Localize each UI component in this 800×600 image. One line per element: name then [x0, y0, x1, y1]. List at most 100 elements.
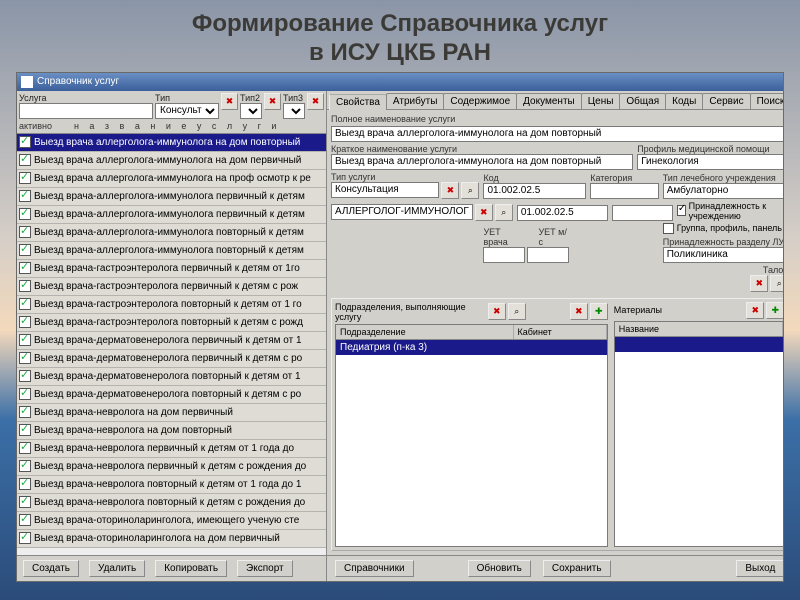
refs-button[interactable]: Справочники [335, 560, 414, 577]
export-button[interactable]: Экспорт [237, 560, 293, 577]
checkbox-icon[interactable] [19, 334, 31, 346]
checkbox-icon[interactable] [19, 460, 31, 472]
list-item[interactable]: Выезд врача аллерголога-иммунолога на пр… [17, 170, 326, 188]
talon-clear-icon[interactable]: ✖ [750, 275, 768, 292]
list-item[interactable]: Выезд врача-аллерголога-иммунолога повто… [17, 242, 326, 260]
tab-атрибуты[interactable]: Атрибуты [386, 93, 444, 109]
checkbox-belongs[interactable] [677, 205, 686, 216]
field-uet-doctor[interactable] [483, 247, 525, 263]
list-item[interactable]: Выезд врача-невролога повторный к детям … [17, 494, 326, 512]
list-item[interactable]: Выезд врача-дерматовенеролога повторный … [17, 368, 326, 386]
field-specialist[interactable]: АЛЛЕРГОЛОГ-ИММУНОЛОГ [331, 204, 473, 220]
cab-add-icon[interactable]: ✚ [590, 303, 608, 320]
list-item[interactable]: Выезд врача-аллерголога-иммунолога повто… [17, 224, 326, 242]
checkbox-icon[interactable] [19, 514, 31, 526]
tab-поиск[interactable]: Поиск [750, 93, 783, 109]
lookup-specialist-icon[interactable]: ⌕ [495, 204, 513, 221]
field-category[interactable] [590, 183, 659, 199]
list-item[interactable]: Выезд врача-гастроэнтеролога повторный к… [17, 314, 326, 332]
field-code1[interactable]: 01.002.02.5 [483, 183, 586, 199]
talon-lookup-icon[interactable]: ⌕ [770, 275, 783, 292]
mat-del-icon[interactable]: ✖ [746, 302, 764, 319]
service-list[interactable]: Выезд врача аллерголога-иммунолога на до… [17, 133, 326, 555]
field-lu-section[interactable]: Поликлиника [663, 247, 783, 263]
checkbox-icon[interactable] [19, 190, 31, 202]
tab-коды[interactable]: Коды [665, 93, 703, 109]
refresh-button[interactable]: Обновить [468, 560, 531, 577]
checkbox-icon[interactable] [19, 262, 31, 274]
save-button[interactable]: Сохранить [543, 560, 611, 577]
list-item[interactable]: Выезд врача аллерголога-иммунолога на до… [17, 134, 326, 152]
checkbox-icon[interactable] [19, 136, 31, 148]
checkbox-icon[interactable] [19, 172, 31, 184]
list-item[interactable]: Выезд врача-невролога на дом повторный [17, 422, 326, 440]
clear-tip3-icon[interactable]: ✖ [307, 93, 324, 110]
tab-содержимое[interactable]: Содержимое [443, 93, 517, 109]
checkbox-icon[interactable] [19, 388, 31, 400]
field-uet-nurse[interactable] [527, 247, 569, 263]
field-short-name[interactable]: Выезд врача аллерголога-иммунолога на до… [331, 154, 633, 170]
tab-сервис[interactable]: Сервис [702, 93, 750, 109]
list-item[interactable]: Выезд врача-невролога первичный к детям … [17, 458, 326, 476]
field-code2[interactable]: 01.002.02.5 [517, 205, 608, 221]
materials-grid[interactable]: Название [614, 321, 783, 547]
list-item[interactable]: Выезд врача-аллерголога-иммунолога перви… [17, 206, 326, 224]
tab-документы[interactable]: Документы [516, 93, 582, 109]
mat-add-icon[interactable]: ✚ [766, 302, 783, 319]
departments-grid[interactable]: ПодразделениеКабинет Педиатрия (п-ка 3) [335, 324, 608, 547]
checkbox-icon[interactable] [19, 208, 31, 220]
filter-select-tip3[interactable] [283, 103, 305, 119]
checkbox-icon[interactable] [19, 226, 31, 238]
filter-select-tip[interactable]: Консульт [155, 103, 219, 119]
copy-button[interactable]: Копировать [155, 560, 227, 577]
field-category2[interactable] [612, 205, 673, 221]
tab-цены[interactable]: Цены [581, 93, 621, 109]
tab-общая[interactable]: Общая [619, 93, 666, 109]
filter-input-usluga[interactable] [19, 103, 153, 119]
field-inst-type[interactable]: Амбулаторно [663, 183, 783, 199]
dept-row[interactable]: Педиатрия (п-ка 3) [336, 340, 607, 355]
checkbox-icon[interactable] [19, 496, 31, 508]
checkbox-icon[interactable] [19, 532, 31, 544]
field-service-type[interactable]: Консультация [331, 182, 439, 198]
field-profile[interactable]: Гинекология [637, 154, 783, 170]
clear-service-type-icon[interactable]: ✖ [441, 182, 459, 199]
list-item[interactable]: Выезд врача аллерголога-иммунолога на до… [17, 152, 326, 170]
list-item[interactable]: Выезд врача-невролога первичный к детям … [17, 440, 326, 458]
clear-tip-icon[interactable]: ✖ [221, 93, 238, 110]
checkbox-icon[interactable] [19, 424, 31, 436]
checkbox-icon[interactable] [19, 478, 31, 490]
checkbox-icon[interactable] [19, 316, 31, 328]
dept-clear-icon[interactable]: ✖ [488, 303, 506, 320]
checkbox-icon[interactable] [19, 154, 31, 166]
checkbox-icon[interactable] [19, 352, 31, 364]
checkbox-icon[interactable] [19, 244, 31, 256]
checkbox-icon[interactable] [19, 370, 31, 382]
clear-specialist-icon[interactable]: ✖ [475, 204, 493, 221]
list-item[interactable]: Выезд врача-гастроэнтеролога первичный к… [17, 278, 326, 296]
filter-select-tip2[interactable] [240, 103, 262, 119]
tab-свойства[interactable]: Свойства [329, 94, 387, 110]
list-item[interactable]: Выезд врача-дерматовенеролога первичный … [17, 350, 326, 368]
checkbox-icon[interactable] [19, 442, 31, 454]
lookup-service-type-icon[interactable]: ⌕ [461, 182, 479, 199]
list-item[interactable]: Выезд врача-гастроэнтеролога повторный к… [17, 296, 326, 314]
dept-lookup-icon[interactable]: ⌕ [508, 303, 526, 320]
list-item[interactable]: Выезд врача-аллерголога-иммунолога перви… [17, 188, 326, 206]
list-item[interactable]: Выезд врача-дерматовенеролога повторный … [17, 386, 326, 404]
checkbox-icon[interactable] [19, 406, 31, 418]
checkbox-icon[interactable] [19, 280, 31, 292]
list-item[interactable]: Выезд врача-дерматовенеролога первичный … [17, 332, 326, 350]
delete-button[interactable]: Удалить [89, 560, 145, 577]
checkbox-icon[interactable] [19, 298, 31, 310]
list-item[interactable]: Выезд врача-оториноларинголога, имеющего… [17, 512, 326, 530]
list-item[interactable]: Выезд врача-невролога на дом первичный [17, 404, 326, 422]
checkbox-group[interactable] [663, 223, 674, 234]
exit-button[interactable]: Выход [736, 560, 783, 577]
list-item[interactable]: Выезд врача-оториноларинголога на дом пе… [17, 530, 326, 548]
create-button[interactable]: Создать [23, 560, 79, 577]
list-item[interactable]: Выезд врача-гастроэнтеролога первичный к… [17, 260, 326, 278]
clear-tip2-icon[interactable]: ✖ [264, 93, 281, 110]
cab-del-icon[interactable]: ✖ [570, 303, 588, 320]
list-item[interactable]: Выезд врача-невролога повторный к детям … [17, 476, 326, 494]
